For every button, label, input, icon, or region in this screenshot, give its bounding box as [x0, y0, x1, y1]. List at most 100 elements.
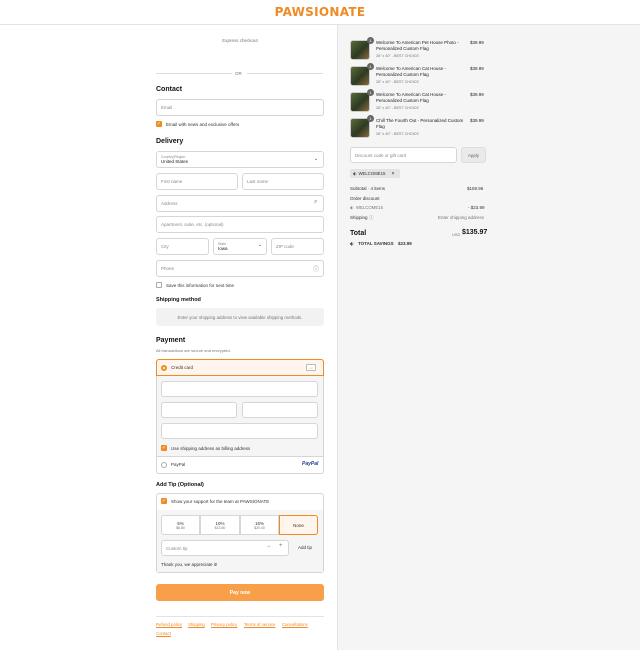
- privacy-policy-link[interactable]: Privacy policy: [211, 622, 237, 627]
- credit-card-radio[interactable]: [161, 365, 167, 371]
- product-name: Welcome To American Pet House Photo - Pe…: [376, 40, 459, 52]
- city-field[interactable]: City: [156, 238, 209, 255]
- product-image: [350, 40, 370, 60]
- last-name-field[interactable]: Last name: [242, 173, 324, 190]
- apply-button[interactable]: Apply: [461, 147, 486, 163]
- or-divider-label: OR: [235, 71, 242, 76]
- footer-divider: [156, 616, 324, 617]
- state-value: Iowa: [218, 246, 228, 251]
- billing-checkbox[interactable]: ✓: [161, 445, 167, 451]
- product-variant: 28" x 40" - BEST CHOICE: [376, 80, 419, 84]
- apartment-field[interactable]: Apartment, suite, etc. (optional): [156, 216, 324, 233]
- shipping-link[interactable]: Shipping: [188, 622, 205, 627]
- product-name: Chill The Fourth Out - Personalized Cust…: [376, 118, 464, 130]
- brand-logo[interactable]: PAWSIONATE: [0, 5, 640, 19]
- shipping-label: Shipping: [350, 215, 368, 220]
- plus-icon[interactable]: +: [279, 543, 283, 549]
- card-name-field[interactable]: [161, 423, 318, 439]
- quantity-badge: 1: [367, 37, 374, 44]
- order-discount-label: Order discount: [350, 196, 380, 201]
- tip-option-none[interactable]: None: [279, 515, 318, 535]
- add-tip-button[interactable]: Add tip: [298, 545, 312, 550]
- pay-now-button[interactable]: Pay now: [156, 584, 324, 601]
- product-image: [350, 66, 370, 86]
- tip-support-checkbox[interactable]: ✓: [161, 498, 167, 504]
- country-select[interactable]: Country/Region United States: [156, 151, 324, 168]
- cancellations-link[interactable]: Cancellations: [282, 622, 308, 627]
- product-variant: 28" x 40" - BEST CHOICE: [376, 54, 419, 58]
- tip-option-10[interactable]: 10% $13.60: [200, 515, 240, 535]
- applied-code-chip: ⬖ WELCOME15 ×: [350, 169, 400, 178]
- contact-link[interactable]: Contact: [156, 631, 171, 636]
- header: PAWSIONATE: [0, 0, 640, 25]
- product-variant: 28" x 40" - BEST CHOICE: [376, 106, 419, 110]
- product-image: [350, 118, 370, 138]
- divider-left: [156, 73, 232, 74]
- product-price: $39.99: [470, 118, 484, 123]
- paypal-radio[interactable]: [161, 462, 167, 468]
- news-label: Email with news and exclusive offers: [166, 122, 240, 127]
- product-image: [350, 92, 370, 112]
- order-summary: 1 Welcome To American Pet House Photo - …: [337, 25, 640, 650]
- refund-policy-link[interactable]: Refund policy: [156, 622, 182, 627]
- tip-support-label: Show your support for the team at PAWSIO…: [171, 499, 270, 504]
- address-field[interactable]: Address: [156, 195, 324, 212]
- save-info-label: Save this information for next time: [166, 283, 235, 288]
- savings-tag-icon: ⬖: [350, 241, 354, 246]
- zip-field[interactable]: ZIP code: [271, 238, 324, 255]
- divider-right: [247, 73, 323, 74]
- email-field[interactable]: Email: [156, 99, 324, 116]
- tag-icon: ⬖: [350, 205, 354, 210]
- shipping-notice-box: Enter your shipping address to view avai…: [156, 308, 324, 326]
- quantity-badge: 1: [367, 89, 374, 96]
- credit-card-label: Credit card: [171, 365, 194, 370]
- product-variant: 28" x 40" - BEST CHOICE: [376, 132, 419, 136]
- tip-option-pct: None: [293, 522, 304, 528]
- payment-heading: Payment: [156, 337, 186, 344]
- billing-label: Use shipping address as billing address: [171, 446, 251, 451]
- subtotal-label: Subtotal · 4 items: [350, 186, 386, 191]
- chevron-down-icon: ⌄: [258, 242, 263, 248]
- first-name-field[interactable]: First name: [156, 173, 238, 190]
- country-value: United States: [161, 159, 189, 164]
- tip-thanks: Thank you, we appreciate it!: [161, 562, 218, 567]
- tip-option-5[interactable]: 5% $6.80: [161, 515, 200, 535]
- payment-subtitle: All transactions are secure and encrypte…: [156, 348, 231, 353]
- card-cvv-field[interactable]: [242, 402, 318, 418]
- total-value: $135.97: [462, 229, 488, 236]
- card-expiry-field[interactable]: [161, 402, 237, 418]
- subtotal-value: $159.96: [467, 186, 484, 191]
- minus-icon[interactable]: −: [267, 544, 271, 550]
- help-icon[interactable]: ⓘ: [313, 264, 319, 273]
- quantity-badge: 1: [367, 115, 374, 122]
- paypal-logo: PayPal: [302, 461, 319, 467]
- tag-icon: ⬖: [353, 170, 357, 176]
- remove-code-icon[interactable]: ×: [391, 171, 394, 177]
- save-info-checkbox[interactable]: [156, 282, 162, 288]
- total-label: Total: [350, 230, 367, 237]
- tip-option-15[interactable]: 15% $20.40: [240, 515, 279, 535]
- contact-heading: Contact: [156, 86, 183, 93]
- tip-option-amount: $6.80: [176, 525, 185, 530]
- tip-option-amount: $13.60: [214, 525, 226, 530]
- discount-amount: - $23.99: [468, 205, 485, 210]
- card-icon: ▭: [306, 364, 316, 371]
- delivery-heading: Delivery: [156, 138, 184, 145]
- search-icon: ⌕: [314, 199, 318, 205]
- product-price: $39.99: [470, 40, 484, 45]
- currency: USD: [452, 232, 461, 237]
- quantity-badge: 1: [367, 63, 374, 70]
- product-name: Welcome To American Cat House - Personal…: [376, 66, 446, 78]
- shipping-notice: Enter your shipping address to view avai…: [177, 314, 303, 320]
- phone-field[interactable]: Phone: [156, 260, 324, 277]
- tip-option-amount: $20.40: [254, 525, 265, 530]
- terms-link[interactable]: Terms of service: [244, 622, 275, 627]
- pay-now-label: Pay now: [229, 589, 251, 596]
- news-checkbox[interactable]: ✓: [156, 121, 162, 127]
- product-price: $39.99: [470, 66, 484, 71]
- tip-heading: Add Tip (Optional): [156, 482, 204, 488]
- product-name: Welcome To American Cat House - Personal…: [376, 92, 446, 104]
- help-icon[interactable]: ⓘ: [369, 215, 374, 221]
- card-number-field[interactable]: [161, 381, 318, 397]
- discount-code-field[interactable]: Discount code or gift card: [350, 147, 457, 163]
